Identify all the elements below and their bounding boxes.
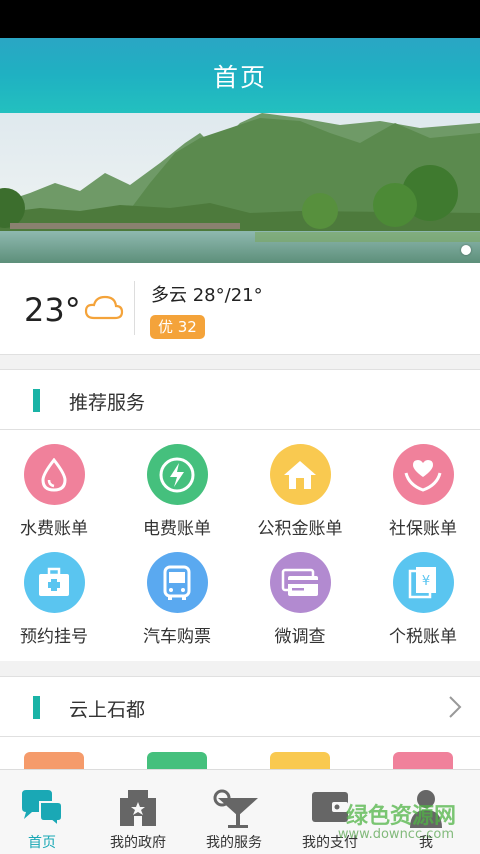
landscape-image (0, 113, 480, 263)
recommended-services: 推荐服务 水费账单 电费账单 公积金账单 社保账单 预约挂号 汽车购票 微调查 … (0, 369, 480, 661)
survey-cards-icon (269, 552, 331, 613)
tax-yen-icon: ¥ (392, 552, 454, 613)
chevron-right-icon[interactable] (448, 695, 462, 723)
tab-label: 我的政府 (110, 835, 166, 851)
service-label: 水费账单 (20, 519, 88, 539)
service-electric-bill[interactable]: 电费账单 (117, 444, 237, 539)
tab-my-services[interactable]: 我的服务 (186, 770, 282, 854)
bus-icon (146, 552, 208, 613)
weather-card[interactable]: 23° 多云 28°/21° 优 32 (0, 263, 480, 355)
government-building-icon (90, 788, 186, 832)
service-fund-bill[interactable]: 公积金账单 (240, 444, 360, 539)
service-label: 预约挂号 (20, 627, 88, 647)
tab-label: 我的服务 (206, 835, 262, 851)
service-label: 个税账单 (389, 627, 457, 647)
service-tax-bill[interactable]: ¥ 个税账单 (363, 552, 480, 647)
water-drop-icon (23, 444, 85, 505)
watermark-url: www.downcc.com (337, 827, 454, 842)
tab-label: 首页 (28, 835, 56, 851)
tab-home[interactable]: 首页 (0, 770, 90, 854)
banner-carousel[interactable] (0, 113, 480, 263)
header: 首页 (0, 38, 480, 113)
service-water-bill[interactable]: 水费账单 (0, 444, 114, 539)
service-label: 电费账单 (143, 519, 211, 539)
aqi-badge: 优 32 (150, 315, 205, 339)
section-title: 云上石都 (69, 699, 146, 721)
service-social-security-bill[interactable]: 社保账单 (363, 444, 480, 539)
cocktail-icon (186, 788, 282, 832)
svg-text:¥: ¥ (422, 574, 430, 589)
section-accent-bar (33, 389, 40, 412)
page-title: 首页 (212, 62, 267, 92)
service-label: 社保账单 (389, 519, 457, 539)
house-icon (269, 444, 331, 505)
cloud-icon (84, 293, 124, 325)
medical-kit-icon (23, 552, 85, 613)
temperature: 23° (24, 291, 81, 329)
tab-my-government[interactable]: 我的政府 (90, 770, 186, 854)
service-label: 公积金账单 (257, 519, 343, 539)
carousel-indicator[interactable] (461, 245, 471, 255)
service-survey[interactable]: 微调查 (240, 552, 360, 647)
service-appointment[interactable]: 预约挂号 (0, 552, 114, 647)
status-bar (0, 0, 480, 38)
weather-divider (134, 281, 135, 335)
section-header: 推荐服务 (0, 370, 480, 430)
lightning-icon (146, 444, 208, 505)
weather-description: 多云 28°/21° (151, 285, 263, 306)
service-label: 微调查 (274, 627, 326, 647)
section-header[interactable]: 云上石都 (0, 677, 480, 737)
chat-bubbles-icon (0, 788, 90, 832)
section-title: 推荐服务 (69, 392, 146, 414)
service-bus-ticket[interactable]: 汽车购票 (117, 552, 237, 647)
watermark-text: 绿色资源网 (345, 804, 456, 829)
section-accent-bar (33, 696, 40, 719)
heart-hands-icon (392, 444, 454, 505)
service-label: 汽车购票 (143, 627, 211, 647)
